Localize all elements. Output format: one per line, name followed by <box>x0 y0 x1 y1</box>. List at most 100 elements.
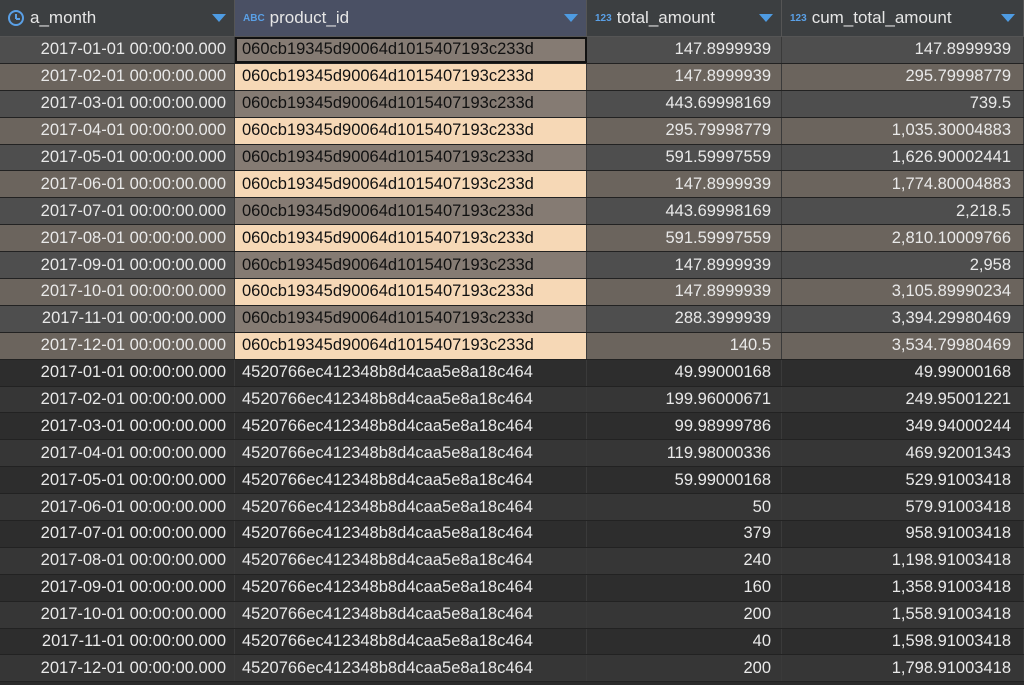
cell-a-month[interactable]: 2017-01-01 00:00:00.000 <box>0 37 235 63</box>
table-row[interactable]: 2017-09-01 00:00:00.000 4520766ec412348b8… <box>0 574 1024 602</box>
cell-cum-total-amount[interactable]: 958.91003418 <box>782 521 1024 547</box>
cell-cum-total-amount[interactable]: 3,534.79980469 <box>782 332 1024 359</box>
chevron-down-icon[interactable] <box>212 14 226 22</box>
cell-a-month[interactable]: 2017-08-01 00:00:00.000 <box>0 225 235 252</box>
table-row[interactable]: 2017-04-01 00:00:00.000 4520766ec412348b8… <box>0 440 1024 468</box>
cell-a-month[interactable]: 2017-02-01 00:00:00.000 <box>0 386 235 413</box>
cell-total-amount[interactable]: 240 <box>587 547 782 574</box>
cell-cum-total-amount[interactable]: 349.94000244 <box>782 413 1024 440</box>
table-row[interactable]: 2017-11-01 00:00:00.000 4520766ec412348b8… <box>0 628 1024 656</box>
cell-total-amount[interactable]: 288.3999939 <box>587 305 782 332</box>
cell-product-id[interactable]: 4520766ec412348b8d4caa5e8a18c464 <box>235 440 587 467</box>
table-row[interactable]: 2017-07-01 00:00:00.000 4520766ec412348b8… <box>0 521 1024 548</box>
table-row[interactable]: 2017-10-01 00:00:00.000 4520766ec412348b8… <box>0 601 1024 629</box>
column-header-a-month[interactable]: a_month <box>0 0 235 36</box>
cell-total-amount[interactable]: 295.79998779 <box>587 117 782 144</box>
column-header-product-id[interactable]: ABC product_id <box>235 0 587 36</box>
cell-total-amount[interactable]: 119.98000336 <box>587 440 782 467</box>
cell-a-month[interactable]: 2017-11-01 00:00:00.000 <box>0 305 235 332</box>
cell-product-id[interactable]: 4520766ec412348b8d4caa5e8a18c464 <box>235 413 587 440</box>
cell-a-month[interactable]: 2017-03-01 00:00:00.000 <box>0 90 235 117</box>
table-row[interactable]: 2017-05-01 00:00:00.000 060cb19345d90064d… <box>0 144 1024 172</box>
cell-product-id[interactable]: 060cb19345d90064d1015407193c233d <box>235 144 587 171</box>
cell-cum-total-amount[interactable]: 579.91003418 <box>782 494 1024 521</box>
cell-cum-total-amount[interactable]: 529.91003418 <box>782 467 1024 494</box>
cell-cum-total-amount[interactable]: 2,218.5 <box>782 198 1024 225</box>
table-row[interactable]: 2017-03-01 00:00:00.000 4520766ec412348b8… <box>0 413 1024 441</box>
table-row[interactable]: 2017-12-01 00:00:00.000 060cb19345d90064d… <box>0 332 1024 360</box>
table-row[interactable]: 2017-09-01 00:00:00.000 060cb19345d90064d… <box>0 252 1024 280</box>
cell-total-amount[interactable]: 200 <box>587 601 782 628</box>
chevron-down-icon[interactable] <box>1001 14 1015 22</box>
table-row[interactable]: 2017-07-01 00:00:00.000 060cb19345d90064d… <box>0 198 1024 226</box>
cell-a-month[interactable]: 2017-12-01 00:00:00.000 <box>0 332 235 359</box>
cell-product-id[interactable]: 4520766ec412348b8d4caa5e8a18c464 <box>235 467 587 494</box>
table-row[interactable]: 2017-06-01 00:00:00.000 060cb19345d90064d… <box>0 171 1024 199</box>
table-row[interactable]: 2017-03-01 00:00:00.000 060cb19345d90064d… <box>0 90 1024 118</box>
cell-total-amount[interactable]: 443.69998169 <box>587 90 782 117</box>
cell-total-amount[interactable]: 160 <box>587 574 782 601</box>
cell-product-id[interactable]: 4520766ec412348b8d4caa5e8a18c464 <box>235 601 587 628</box>
cell-total-amount[interactable]: 140.5 <box>587 332 782 359</box>
table-row[interactable]: 2017-01-01 00:00:00.000 060cb19345d90064d… <box>0 37 1024 64</box>
cell-product-id[interactable]: 060cb19345d90064d1015407193c233d <box>235 252 587 279</box>
cell-product-id[interactable]: 4520766ec412348b8d4caa5e8a18c464 <box>235 521 587 547</box>
cell-product-id[interactable]: 060cb19345d90064d1015407193c233d <box>235 332 587 359</box>
cell-cum-total-amount[interactable]: 3,394.29980469 <box>782 305 1024 332</box>
cell-product-id[interactable]: 060cb19345d90064d1015407193c233d <box>235 198 587 225</box>
cell-cum-total-amount[interactable]: 1,358.91003418 <box>782 574 1024 601</box>
cell-cum-total-amount[interactable]: 1,035.30004883 <box>782 117 1024 144</box>
cell-a-month[interactable]: 2017-04-01 00:00:00.000 <box>0 440 235 467</box>
cell-total-amount[interactable]: 379 <box>587 521 782 547</box>
cell-total-amount[interactable]: 147.8999939 <box>587 63 782 90</box>
cell-total-amount[interactable]: 59.99000168 <box>587 467 782 494</box>
cell-total-amount[interactable]: 147.8999939 <box>587 252 782 279</box>
cell-product-id[interactable]: 060cb19345d90064d1015407193c233d <box>235 37 587 63</box>
cell-cum-total-amount[interactable]: 2,810.10009766 <box>782 225 1024 252</box>
cell-product-id[interactable]: 4520766ec412348b8d4caa5e8a18c464 <box>235 386 587 413</box>
cell-a-month[interactable]: 2017-11-01 00:00:00.000 <box>0 628 235 655</box>
table-row[interactable]: 2017-10-01 00:00:00.000 060cb19345d90064d… <box>0 279 1024 306</box>
cell-a-month[interactable]: 2017-01-01 00:00:00.000 <box>0 359 235 386</box>
cell-cum-total-amount[interactable]: 1,774.80004883 <box>782 171 1024 198</box>
cell-cum-total-amount[interactable]: 2,958 <box>782 252 1024 279</box>
cell-cum-total-amount[interactable]: 1,558.91003418 <box>782 601 1024 628</box>
table-row[interactable]: 2017-02-01 00:00:00.000 060cb19345d90064d… <box>0 63 1024 91</box>
cell-cum-total-amount[interactable]: 739.5 <box>782 90 1024 117</box>
cell-total-amount[interactable]: 591.59997559 <box>587 225 782 252</box>
cell-a-month[interactable]: 2017-07-01 00:00:00.000 <box>0 521 235 547</box>
cell-a-month[interactable]: 2017-08-01 00:00:00.000 <box>0 547 235 574</box>
cell-product-id[interactable]: 060cb19345d90064d1015407193c233d <box>235 63 587 90</box>
cell-cum-total-amount[interactable]: 1,626.90002441 <box>782 144 1024 171</box>
cell-a-month[interactable]: 2017-06-01 00:00:00.000 <box>0 494 235 521</box>
cell-total-amount[interactable]: 591.59997559 <box>587 144 782 171</box>
cell-cum-total-amount[interactable]: 147.8999939 <box>782 37 1024 63</box>
cell-a-month[interactable]: 2017-07-01 00:00:00.000 <box>0 198 235 225</box>
table-row[interactable]: 2017-04-01 00:00:00.000 060cb19345d90064d… <box>0 117 1024 145</box>
cell-a-month[interactable]: 2017-05-01 00:00:00.000 <box>0 467 235 494</box>
cell-total-amount[interactable]: 99.98999786 <box>587 413 782 440</box>
table-row[interactable]: 2017-06-01 00:00:00.000 4520766ec412348b8… <box>0 494 1024 522</box>
cell-total-amount[interactable]: 40 <box>587 628 782 655</box>
cell-product-id[interactable]: 060cb19345d90064d1015407193c233d <box>235 90 587 117</box>
cell-cum-total-amount[interactable]: 49.99000168 <box>782 359 1024 386</box>
column-header-cum-total-amount[interactable]: 123 cum_total_amount <box>782 0 1024 36</box>
cell-cum-total-amount[interactable]: 295.79998779 <box>782 63 1024 90</box>
column-header-total-amount[interactable]: 123 total_amount <box>587 0 782 36</box>
cell-total-amount[interactable]: 49.99000168 <box>587 359 782 386</box>
cell-product-id[interactable]: 060cb19345d90064d1015407193c233d <box>235 279 587 305</box>
cell-total-amount[interactable]: 200 <box>587 655 782 682</box>
cell-total-amount[interactable]: 147.8999939 <box>587 171 782 198</box>
table-row[interactable]: 2017-05-01 00:00:00.000 4520766ec412348b8… <box>0 467 1024 495</box>
cell-product-id[interactable]: 4520766ec412348b8d4caa5e8a18c464 <box>235 574 587 601</box>
cell-total-amount[interactable]: 147.8999939 <box>587 279 782 305</box>
cell-product-id[interactable]: 4520766ec412348b8d4caa5e8a18c464 <box>235 494 587 521</box>
cell-product-id[interactable]: 060cb19345d90064d1015407193c233d <box>235 117 587 144</box>
cell-product-id[interactable]: 060cb19345d90064d1015407193c233d <box>235 225 587 252</box>
cell-product-id[interactable]: 4520766ec412348b8d4caa5e8a18c464 <box>235 359 587 386</box>
cell-cum-total-amount[interactable]: 1,198.91003418 <box>782 547 1024 574</box>
cell-product-id[interactable]: 4520766ec412348b8d4caa5e8a18c464 <box>235 547 587 574</box>
cell-product-id[interactable]: 060cb19345d90064d1015407193c233d <box>235 171 587 198</box>
cell-total-amount[interactable]: 50 <box>587 494 782 521</box>
table-row[interactable]: 2017-02-01 00:00:00.000 4520766ec412348b8… <box>0 386 1024 414</box>
